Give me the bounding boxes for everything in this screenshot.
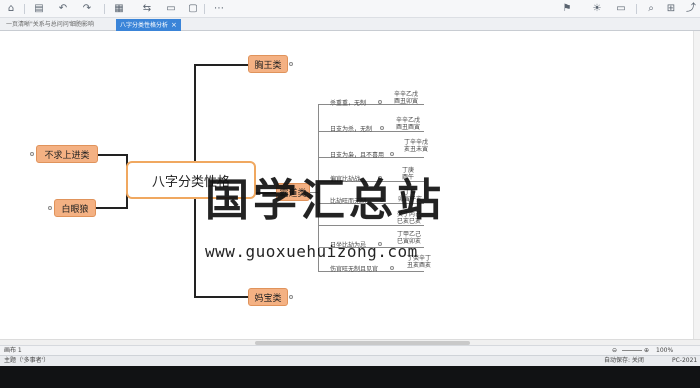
bazi-pillars[interactable]: 辛辛乙戊 酉丑酉寅: [390, 117, 426, 131]
redo-icon[interactable]: ↷: [80, 2, 94, 16]
zoom-level: 100%: [656, 347, 674, 354]
toolbar-divider: [24, 4, 25, 14]
layout-icon[interactable]: ▦: [112, 2, 126, 16]
branch-dot-icon: [380, 126, 384, 130]
status-bar: 主题（'多事者'） 自动保存: 关闭 PC-2021: [0, 355, 700, 366]
topic-ma-bao[interactable]: 妈宝类: [248, 288, 288, 306]
more-icon[interactable]: ⋯: [212, 2, 226, 16]
collapse-dot-icon[interactable]: [30, 152, 34, 156]
branch-text[interactable]: 杀重重，无制: [330, 98, 366, 107]
tab-label: 八字分类性格分析: [120, 22, 169, 29]
zoom-in-icon[interactable]: ⊕: [644, 346, 649, 355]
close-icon[interactable]: ×: [171, 21, 177, 29]
branch-text[interactable]: 日支为枭，且不喜用: [330, 150, 384, 159]
zoom-icon[interactable]: ⊞: [664, 2, 678, 16]
search-icon[interactable]: ⌕: [644, 2, 658, 16]
branch-text[interactable]: 日支为杀，无制: [330, 124, 372, 133]
toolbar-divider: [204, 4, 205, 14]
sheet-tab[interactable]: 画布 1: [4, 346, 22, 355]
tab-bar: 一页清晰"关系与总问问" 细胞影响 八字分类性格分析 ×: [0, 18, 700, 31]
home-icon[interactable]: ⌂: [4, 2, 18, 16]
present-icon[interactable]: ▭: [614, 2, 628, 16]
tab-doc-1[interactable]: 一页清晰"关系与总问问": [2, 19, 76, 31]
relation-icon[interactable]: ⇆: [140, 2, 154, 16]
collapse-dot-icon[interactable]: [289, 62, 293, 66]
pc-name: PC-2021: [672, 357, 698, 364]
watermark-url: www.guoxuehuizong.com: [205, 242, 418, 261]
tab-doc-2[interactable]: 细胞影响: [66, 19, 98, 31]
branch-dot-icon: [390, 152, 394, 156]
zoom-out-icon[interactable]: ⊖: [612, 346, 617, 355]
topic-bai-yan-lang[interactable]: 白眼狼: [54, 199, 96, 217]
topic-bu-qiu-shang-jin[interactable]: 不求上进类: [36, 145, 98, 163]
branch-text[interactable]: 伤官旺无制且见官: [330, 264, 378, 273]
toolbar: ⌂ ▤ ↶ ↷ ▦ ⇆ ▭ ▢ ⋯ ⚑ ☀ ▭ ⌕ ⊞ ⤴: [0, 0, 700, 18]
toolbar-divider: [636, 4, 637, 14]
boundary-icon[interactable]: ▢: [186, 2, 200, 16]
theme-status: 主题（'多事者'）: [4, 357, 50, 364]
autosave-status[interactable]: 自动保存: 关闭: [604, 356, 644, 366]
mindmap-canvas[interactable]: 八字分类性格 不求上进类 白眼狼 胸王类 霸道类 妈宝类 杀重重，无制 辛辛乙戊…: [0, 31, 700, 341]
branch-dot-icon: [390, 266, 394, 270]
topic-xiong-wang[interactable]: 胸王类: [248, 55, 288, 73]
os-taskbar: [0, 366, 700, 388]
connector-line: [194, 296, 248, 298]
connector-line: [96, 154, 128, 156]
connector-line: [194, 64, 248, 66]
share-icon[interactable]: ⤴: [684, 2, 698, 16]
idea-icon[interactable]: ☀: [590, 2, 604, 16]
summary-icon[interactable]: ▭: [164, 2, 178, 16]
bazi-pillars[interactable]: 丁辛辛戊 亥丑未寅: [398, 139, 434, 153]
connector-line: [96, 207, 128, 209]
save-icon[interactable]: ▤: [32, 2, 46, 16]
sheet-bar: 画布 1 ⊖ ⊕ 100%: [0, 345, 700, 355]
bazi-pillars[interactable]: 辛辛乙戊 酉丑卯寅: [388, 91, 424, 105]
flag-icon[interactable]: ⚑: [560, 2, 574, 16]
collapse-dot-icon[interactable]: [48, 206, 52, 210]
vertical-scrollbar[interactable]: [693, 31, 700, 339]
undo-icon[interactable]: ↶: [56, 2, 70, 16]
zoom-slider[interactable]: [622, 350, 642, 351]
collapse-dot-icon[interactable]: [289, 295, 293, 299]
branch-dot-icon: [378, 100, 382, 104]
watermark-title: 国学汇总站: [205, 175, 445, 226]
tab-active-doc[interactable]: 八字分类性格分析 ×: [116, 19, 181, 31]
toolbar-divider: [104, 4, 105, 14]
